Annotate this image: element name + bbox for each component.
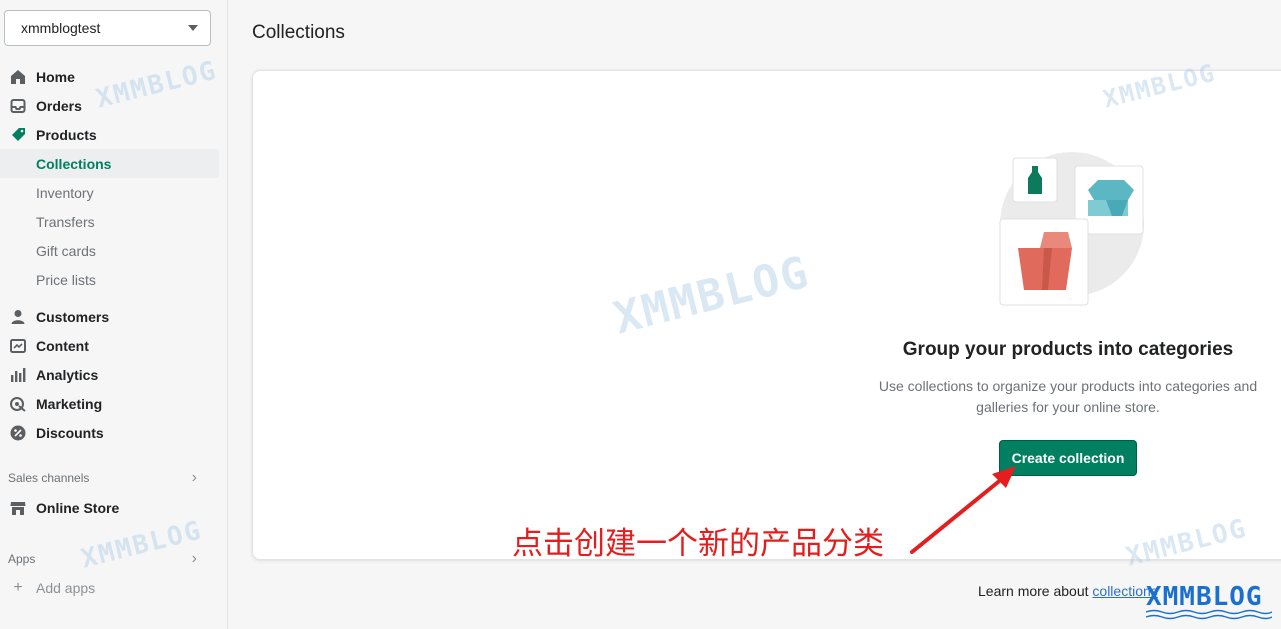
add-apps-button[interactable]: + Add apps xyxy=(0,574,219,602)
nav-marketing[interactable]: Marketing xyxy=(0,389,219,418)
sales-channels-label: Sales channels xyxy=(8,471,90,485)
nav-home-label: Home xyxy=(36,68,75,85)
nav-products[interactable]: Products xyxy=(0,120,219,149)
home-icon xyxy=(10,69,26,85)
store-icon xyxy=(10,500,26,516)
content-icon xyxy=(10,338,26,354)
analytics-icon xyxy=(10,367,26,383)
nav-orders-label: Orders xyxy=(36,97,82,114)
main-nav: Home Orders Products Collections Invento… xyxy=(0,62,219,602)
learn-more-text: Learn more about xyxy=(978,583,1093,599)
nav-online-store[interactable]: Online Store xyxy=(0,493,219,522)
annotation-arrow xyxy=(910,466,1016,554)
discount-icon xyxy=(10,425,26,441)
chevron-down-icon xyxy=(188,25,198,31)
nav-price-lists[interactable]: Price lists xyxy=(0,265,219,294)
nav-transfers[interactable]: Transfers xyxy=(0,207,219,236)
chevron-right-icon[interactable]: › xyxy=(192,550,197,568)
target-icon xyxy=(10,396,26,412)
nav-orders[interactable]: Orders xyxy=(0,91,219,120)
nav-online-store-label: Online Store xyxy=(36,499,120,516)
tag-icon xyxy=(10,127,26,143)
nav-gift-cards[interactable]: Gift cards xyxy=(0,236,219,265)
store-name: xmmblogtest xyxy=(21,20,101,36)
nav-discounts[interactable]: Discounts xyxy=(0,418,219,447)
empty-state-text: Use collections to organize your product… xyxy=(878,378,1258,415)
nav-customers-label: Customers xyxy=(36,308,110,325)
nav-analytics-label: Analytics xyxy=(36,366,99,383)
sales-channels-header[interactable]: Sales channels › xyxy=(0,463,219,493)
nav-customers[interactable]: Customers xyxy=(0,302,219,331)
sidebar: xmmblogtest Home Orders Products Collect… xyxy=(0,0,228,629)
apps-label: Apps xyxy=(8,552,36,566)
nav-marketing-label: Marketing xyxy=(36,395,103,412)
nav-products-label: Products xyxy=(36,126,97,143)
nav-content-label: Content xyxy=(36,337,89,354)
person-icon xyxy=(10,309,26,325)
annotation-text: 点击创建一个新的产品分类 xyxy=(512,526,884,562)
store-selector[interactable]: xmmblogtest xyxy=(4,10,211,46)
plus-icon: + xyxy=(13,579,23,596)
learn-more: Learn more about collections xyxy=(978,583,1158,599)
watermark-waves xyxy=(1146,609,1272,620)
empty-state-heading: Group your products into categories xyxy=(902,339,1234,360)
nav-discounts-label: Discounts xyxy=(36,424,104,441)
chevron-right-icon[interactable]: › xyxy=(192,469,197,487)
collections-illustration xyxy=(999,152,1144,306)
orders-icon xyxy=(10,98,26,114)
page-title: Collections xyxy=(252,22,345,43)
add-apps-label: Add apps xyxy=(36,580,96,596)
nav-collections[interactable]: Collections xyxy=(0,149,219,178)
nav-analytics[interactable]: Analytics xyxy=(0,360,219,389)
nav-content[interactable]: Content xyxy=(0,331,219,360)
nav-inventory[interactable]: Inventory xyxy=(0,178,219,207)
apps-header[interactable]: Apps › xyxy=(0,544,219,574)
nav-home[interactable]: Home xyxy=(0,62,219,91)
watermark-logo: XMMBLOG xyxy=(1146,582,1263,612)
empty-state-card xyxy=(252,70,1281,560)
